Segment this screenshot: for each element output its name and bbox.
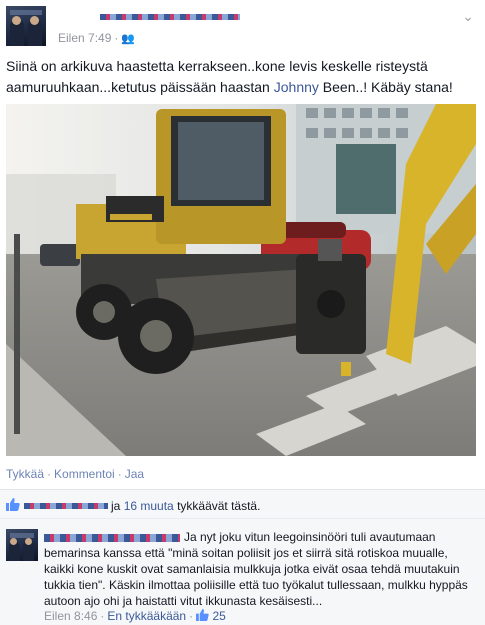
thumbs-up-icon [196,609,209,621]
share-link[interactable]: Jaa [125,467,144,481]
comment-meta: Eilen 8:46 · En tykkääkään · 25 [44,609,226,623]
commenter-avatar[interactable] [6,529,38,561]
author-name-redacted[interactable] [100,14,240,20]
unlike-link[interactable]: En tykkääkään [107,609,186,623]
likes-summary: ja 16 muuta tykkäävät tästä. [111,499,261,513]
comment-likes[interactable]: 25 [196,609,226,623]
thumbs-up-icon [6,498,20,511]
like-link[interactable]: Tykkää [6,467,44,481]
commenter-name-redacted[interactable] [44,533,180,542]
post-photo[interactable] [6,104,476,456]
audience-friends-icon[interactable]: 👥 [121,33,135,45]
comment: Ja nyt joku vitun leegoinsinööri tuli av… [0,519,485,625]
post-text: Siinä on arkikuva haastetta kerrakseen..… [6,58,453,95]
author-avatar[interactable] [6,6,46,46]
others-likes-link[interactable]: 16 muuta [124,499,174,513]
excavator-photo [6,104,476,456]
comment-body: Ja nyt joku vitun leegoinsinööri tuli av… [44,529,478,609]
comment-link[interactable]: Kommentoi [54,467,115,481]
comment-timestamp[interactable]: Eilen 8:46 [44,609,97,623]
post-header: Eilen 7:49 · 👥 ⌄ [6,6,478,50]
chevron-down-icon[interactable]: ⌄ [462,8,474,25]
likes-bar: ja 16 muuta tykkäävät tästä. [0,489,485,519]
liker-name-redacted[interactable] [24,503,108,509]
post-actions: Tykkää · Kommentoi · Jaa [6,467,145,481]
post-timestamp: Eilen 7:49 · 👥 [58,31,136,45]
tagged-user-link[interactable]: Johnny [274,79,319,95]
